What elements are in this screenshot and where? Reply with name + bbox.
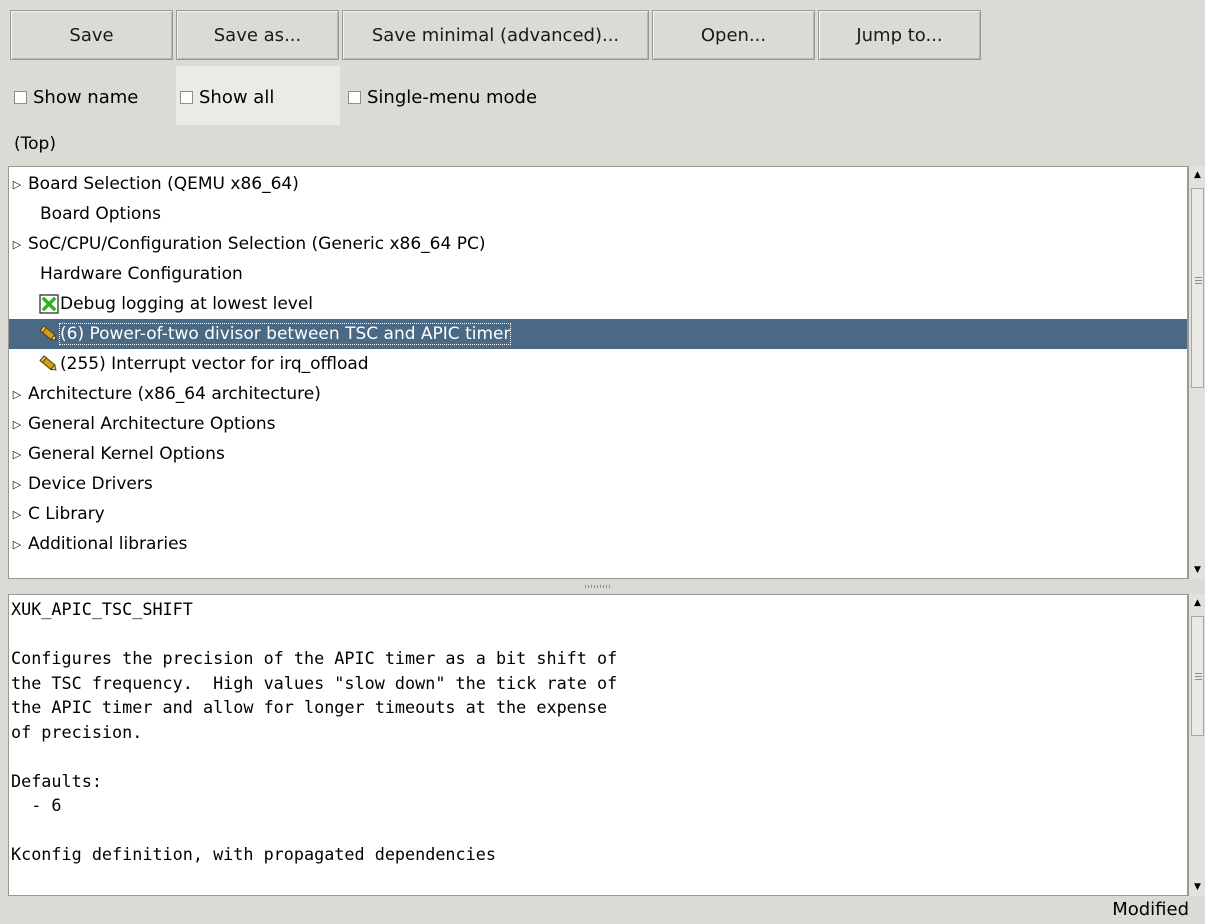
tree-scrollbar[interactable]: ▲ ▼ (1188, 166, 1205, 579)
tree-item-architecture[interactable]: ▷ Architecture (x86_64 architecture) (9, 379, 1187, 409)
tree-item-hardware-configuration[interactable]: Hardware Configuration (9, 259, 1187, 289)
single-menu-checkbox-box[interactable] (348, 90, 361, 104)
expand-triangle-icon[interactable]: ▷ (9, 388, 25, 401)
tree-item-board-options[interactable]: Board Options (9, 199, 1187, 229)
tree-item-general-architecture-options[interactable]: ▷ General Architecture Options (9, 409, 1187, 439)
grip-line (1195, 277, 1202, 278)
splitter-grip (585, 585, 611, 588)
open-button[interactable]: Open... (652, 10, 815, 60)
show-all-label: Show all (199, 86, 275, 108)
tree-item-device-drivers[interactable]: ▷ Device Drivers (9, 469, 1187, 499)
tree-scrollbar-thumb[interactable] (1191, 188, 1204, 388)
help-text: XUK_APIC_TSC_SHIFT Configures the precis… (11, 599, 618, 864)
tree-item-board-selection[interactable]: ▷ Board Selection (QEMU x86_64) (9, 169, 1187, 199)
grip-line (1195, 679, 1202, 680)
expand-triangle-icon[interactable]: ▷ (9, 508, 25, 521)
checked-box-icon[interactable] (39, 294, 59, 314)
grip-line (1195, 280, 1202, 281)
scroll-up-arrow-icon[interactable]: ▲ (1189, 166, 1205, 183)
jump-to-button[interactable]: Jump to... (818, 10, 981, 60)
expand-triangle-icon[interactable]: ▷ (9, 448, 25, 461)
tree-item-label: Board Selection (QEMU x86_64) (28, 174, 299, 194)
tree-item-label: C Library (28, 504, 105, 524)
tree-item-soc-selection[interactable]: ▷ SoC/CPU/Configuration Selection (Gener… (9, 229, 1187, 259)
breadcrumb: (Top) (14, 134, 56, 154)
expand-triangle-icon[interactable]: ▷ (9, 418, 25, 431)
show-all-checkbox-box[interactable] (180, 90, 193, 104)
menu-tree[interactable]: ▷ Board Selection (QEMU x86_64) Board Op… (8, 166, 1188, 579)
scroll-up-arrow-icon[interactable]: ▲ (1189, 594, 1205, 611)
info-scrollbar[interactable]: ▲ ▼ (1188, 594, 1205, 896)
tree-item-label: Board Options (40, 204, 161, 224)
help-text-pane[interactable]: XUK_APIC_TSC_SHIFT Configures the precis… (8, 594, 1188, 896)
grip-line (1195, 673, 1202, 674)
show-name-checkbox-box[interactable] (14, 90, 27, 104)
tree-item-irq-offload-vector[interactable]: (255) Interrupt vector for irq_offload (9, 349, 1187, 379)
tree-item-general-kernel-options[interactable]: ▷ General Kernel Options (9, 439, 1187, 469)
tree-item-additional-libraries[interactable]: ▷ Additional libraries (9, 529, 1187, 559)
tree-item-label: (255) Interrupt vector for irq_offload (60, 354, 369, 374)
show-all-checkbox[interactable]: Show all (180, 84, 274, 110)
tree-item-label: Architecture (x86_64 architecture) (28, 384, 321, 404)
tree-item-debug-logging[interactable]: Debug logging at lowest level (9, 289, 1187, 319)
scroll-down-arrow-icon[interactable]: ▼ (1189, 561, 1205, 578)
tree-item-tsc-apic-divisor[interactable]: (6) Power-of-two divisor between TSC and… (9, 319, 1187, 349)
expand-triangle-icon[interactable]: ▷ (9, 538, 25, 551)
save-button[interactable]: Save (10, 10, 173, 60)
tree-item-label: Debug logging at lowest level (60, 294, 314, 314)
save-as-button[interactable]: Save as... (176, 10, 339, 60)
expand-triangle-icon[interactable]: ▷ (9, 238, 25, 251)
tree-item-label: General Kernel Options (28, 444, 225, 464)
expand-triangle-icon[interactable]: ▷ (9, 478, 25, 491)
status-text: Modified (1112, 899, 1189, 920)
tree-item-label: SoC/CPU/Configuration Selection (Generic… (28, 234, 486, 254)
tree-item-c-library[interactable]: ▷ C Library (9, 499, 1187, 529)
tree-item-label: Hardware Configuration (40, 264, 243, 284)
scroll-down-arrow-icon[interactable]: ▼ (1189, 878, 1205, 895)
tree-item-label: (6) Power-of-two divisor between TSC and… (58, 323, 512, 345)
expand-triangle-icon[interactable]: ▷ (9, 178, 25, 191)
tree-item-label: General Architecture Options (28, 414, 276, 434)
single-menu-label: Single-menu mode (367, 86, 538, 108)
pencil-icon (39, 354, 59, 374)
tree-item-label: Device Drivers (28, 474, 153, 494)
info-scrollbar-thumb[interactable] (1191, 616, 1204, 736)
pencil-icon (39, 324, 59, 344)
show-name-label: Show name (33, 86, 139, 108)
tree-item-label: Additional libraries (28, 534, 188, 554)
pane-splitter[interactable] (8, 580, 1188, 594)
single-menu-checkbox[interactable]: Single-menu mode (348, 84, 537, 110)
save-minimal-button[interactable]: Save minimal (advanced)... (342, 10, 649, 60)
show-name-checkbox[interactable]: Show name (14, 84, 138, 110)
grip-line (1195, 676, 1202, 677)
grip-line (1195, 283, 1202, 284)
